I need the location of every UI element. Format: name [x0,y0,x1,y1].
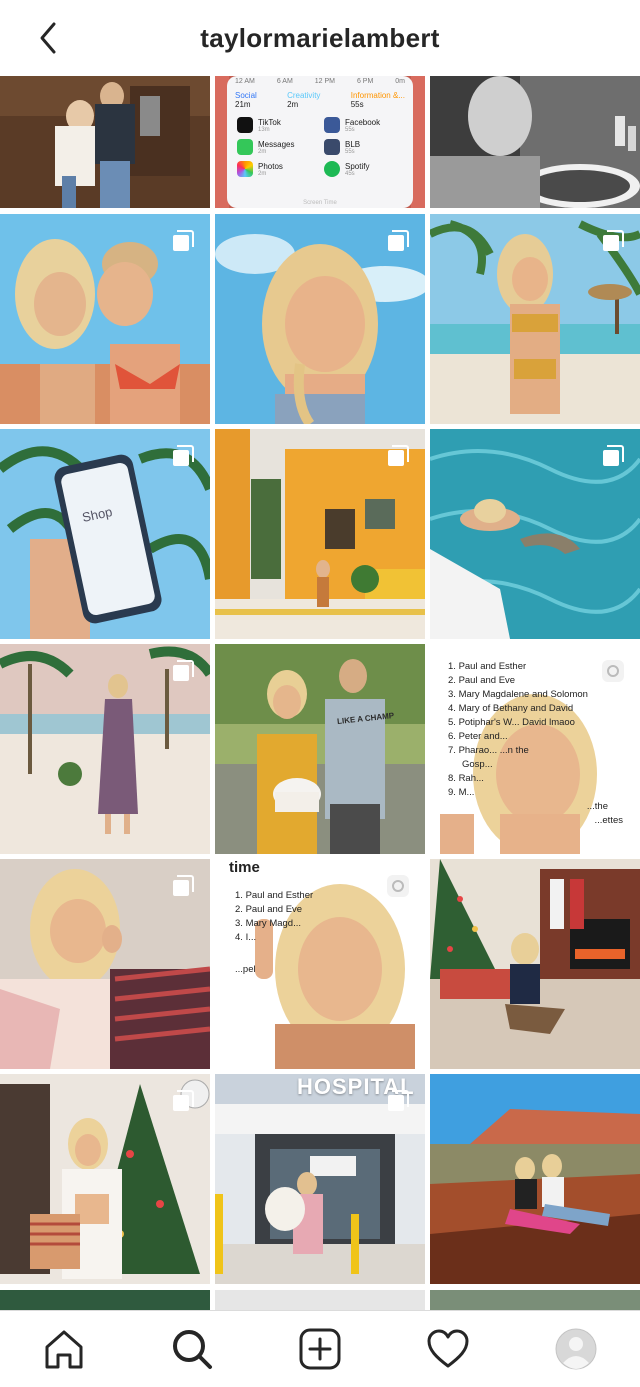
app-time: 13m [258,126,270,133]
tab-new-post[interactable] [290,1319,350,1379]
app-name: TikTok [258,117,281,127]
camera-icon [387,875,409,897]
chart-tick: 6 AM [276,78,293,85]
carousel-icon [603,230,624,251]
chart-tick: 12 AM [235,78,255,85]
chart-tick: 12 PM [314,78,335,85]
profile-username: taylormarielambert [200,22,440,53]
facebook-icon [324,117,340,133]
carousel-icon [603,445,624,466]
category-label: Creativity [287,91,321,100]
bible-couples-list: 1. Paul and Esther 2. Paul and Eve 3. Ma… [448,661,623,826]
avatar-icon [555,1328,597,1370]
home-icon [45,1330,83,1369]
post-image [430,76,640,208]
app-name: Facebook [345,117,381,127]
app-time: 2m [258,148,267,155]
screen-time-footer: Screen Time [303,200,337,206]
photos-icon [237,161,253,177]
post-tile[interactable] [215,429,425,639]
post-tile[interactable] [215,214,425,424]
post-grid: 12 AM 6 AM 12 PM 6 PM 0m Social 21m Creat… [0,76,640,1310]
header-bar: taylormarielambert [0,0,640,76]
app-name: Spotify [345,161,370,171]
carousel-icon [388,230,409,251]
chevron-left-icon [40,22,56,54]
post-tile[interactable] [430,1290,640,1310]
app-name: Messages [258,139,295,149]
spotify-icon [324,161,340,177]
post-tile[interactable] [0,644,210,854]
post-tile[interactable] [430,1074,640,1284]
category-label: Information &... [350,91,405,100]
tab-search[interactable] [162,1319,222,1379]
post-tile[interactable]: time 1. Paul and Esther 2. Paul and Eve … [215,859,425,1069]
app-name: BLB [345,139,361,149]
app-time: 55s [345,126,355,133]
post-tile[interactable] [0,76,210,208]
carousel-icon [173,875,194,896]
list-title: time [229,859,260,876]
tab-profile[interactable] [546,1319,606,1379]
post-tile[interactable]: HOSPITAL [215,1074,425,1284]
post-tile[interactable] [0,1074,210,1284]
blb-icon [324,139,340,155]
category-value: 55s [350,100,364,109]
carousel-icon [173,660,194,681]
carousel-icon [173,445,194,466]
carousel-icon [173,230,194,251]
carousel-icon [388,1090,409,1111]
app-time: 45s [345,170,355,177]
post-tile[interactable] [430,429,640,639]
post-tile[interactable]: LIKE A CHAMP [215,644,425,854]
plus-square-icon [299,1328,341,1370]
post-image [0,1290,210,1310]
app-time: 2m [258,170,267,177]
post-tile[interactable] [0,859,210,1069]
messages-icon [237,139,253,155]
post-image [0,76,210,208]
heart-icon [427,1329,469,1368]
post-image [430,1290,640,1310]
category-label: Social [235,91,257,100]
category-value: 2m [287,100,299,109]
post-tile[interactable] [430,76,640,208]
post-tile[interactable]: Shop [0,429,210,639]
post-tile[interactable] [430,859,640,1069]
post-image [215,1290,425,1310]
search-icon [173,1330,212,1369]
app-time: 55s [345,148,355,155]
app-name: Photos [258,161,283,171]
post-tile[interactable] [215,1290,425,1310]
bottom-tab-bar [0,1310,640,1387]
post-tile[interactable]: 1. Paul and Esther 2. Paul and Eve 3. Ma… [430,644,640,854]
post-tile[interactable] [430,214,640,424]
back-button[interactable] [26,18,70,58]
category-value: 21m [235,100,251,109]
post-tile[interactable] [0,214,210,424]
post-image [430,859,640,1069]
chart-tick: 0m [395,78,405,85]
bible-couples-list: 1. Paul and Esther 2. Paul and Eve 3. Ma… [235,890,314,975]
post-tile[interactable]: 12 AM 6 AM 12 PM 6 PM 0m Social 21m Creat… [215,76,425,208]
carousel-icon [173,1090,194,1111]
post-image [430,1074,640,1284]
post-tile[interactable] [0,1290,210,1310]
tab-activity[interactable] [418,1319,478,1379]
camera-icon [602,660,624,682]
tab-home[interactable] [34,1319,94,1379]
chart-tick: 6 PM [356,78,374,85]
post-image [215,644,425,854]
tiktok-icon [237,117,253,133]
carousel-icon [388,445,409,466]
